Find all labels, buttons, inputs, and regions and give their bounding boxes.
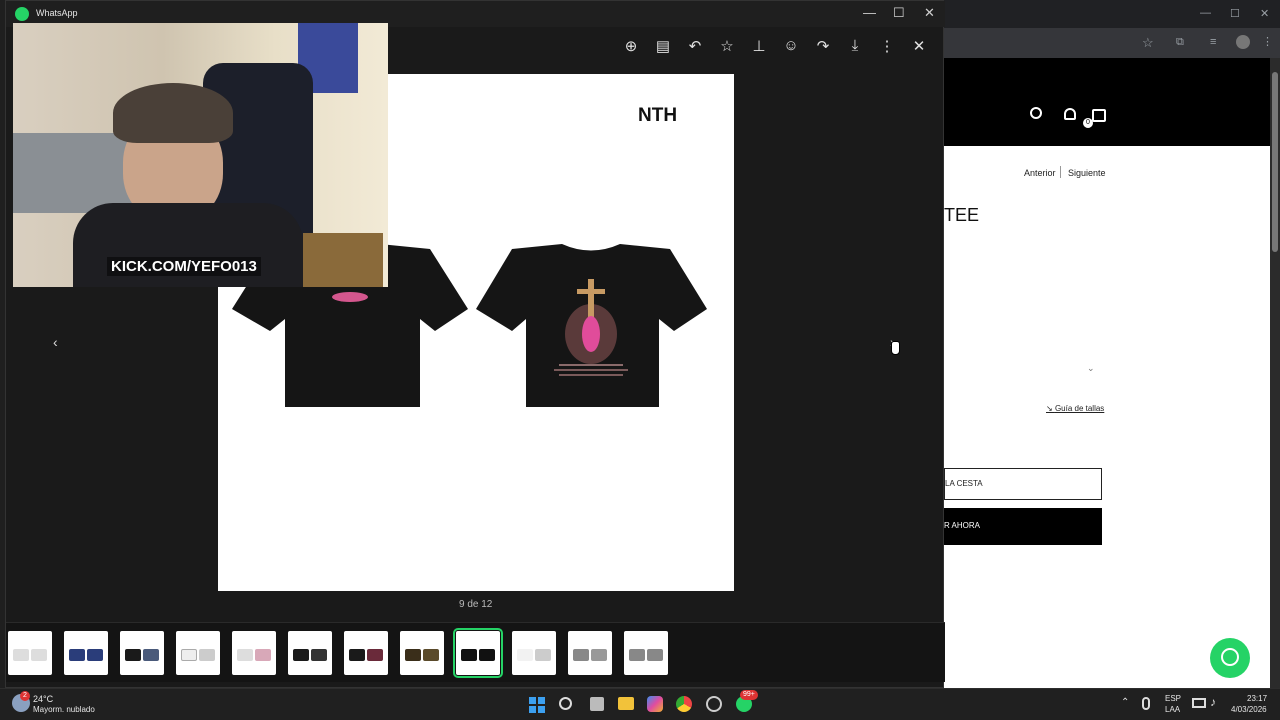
star-icon[interactable]: ☆ — [717, 37, 737, 55]
task-view-icon[interactable] — [590, 697, 604, 711]
download-icon[interactable]: ⤓ — [845, 37, 865, 54]
scrollbar[interactable] — [1270, 58, 1280, 690]
minimize-icon[interactable]: — — [1200, 7, 1211, 19]
window-title: WhatsApp — [36, 8, 78, 18]
volume-icon[interactable]: ♪ — [1210, 695, 1216, 709]
chevron-down-icon[interactable]: ⌄ — [1087, 363, 1095, 374]
chevron-up-icon[interactable]: ⌃ — [1121, 697, 1129, 708]
thumbnail-1[interactable] — [8, 631, 52, 675]
prev-image-button[interactable]: ‹ — [53, 334, 58, 350]
kick-overlay-text: KICK.COM/YEFO013 — [107, 257, 261, 276]
cart-icon[interactable] — [1092, 109, 1106, 122]
add-to-cart-label: LA CESTA — [945, 479, 983, 488]
menu-icon[interactable]: ⋮ — [1262, 35, 1273, 48]
cart-count: 0 — [1083, 118, 1093, 128]
buy-now-button[interactable]: R AHORA — [944, 508, 1102, 545]
whatsapp-icon — [1221, 648, 1239, 666]
notification-badge: 2 — [20, 691, 30, 701]
image-counter: 9 de 12 — [459, 599, 493, 610]
browser-window: — ☐ ✕ ☆ ⧉ ≡ ⋮ 0 Anterior Siguiente TEE ⌄… — [944, 0, 1280, 690]
webcam-overlay: KICK.COM/YEFO013 — [13, 23, 388, 287]
profile-avatar[interactable] — [1236, 35, 1250, 49]
whatsapp-chat-button[interactable] — [1210, 638, 1250, 678]
search-icon[interactable] — [559, 697, 572, 710]
size-guide-link[interactable]: ↘ Guía de tallas — [1046, 404, 1104, 413]
thumbnail-6[interactable] — [288, 631, 332, 675]
thumbnail-7[interactable] — [344, 631, 388, 675]
reply-icon[interactable]: ↶ — [685, 37, 705, 55]
account-icon[interactable] — [1064, 108, 1076, 120]
pin-icon[interactable]: ⊥ — [749, 37, 769, 55]
divider — [1060, 166, 1061, 178]
search-icon[interactable] — [1030, 107, 1042, 119]
maximize-icon[interactable]: ☐ — [893, 5, 905, 21]
add-to-cart-button[interactable]: LA CESTA — [944, 468, 1102, 500]
cardboard-box — [303, 233, 383, 287]
thumbnail-3[interactable] — [120, 631, 164, 675]
browser-titlebar: — ☐ ✕ — [944, 0, 1280, 28]
thumbnail-10[interactable] — [512, 631, 556, 675]
more-icon[interactable]: ⋮ — [877, 37, 897, 55]
taskbar: 2 24°C Mayorm. nublado 99+ ⌃ ESP LAA ♪ 2… — [0, 688, 1280, 720]
caption-icon[interactable]: ▤ — [653, 37, 673, 55]
thumbnail-4[interactable] — [176, 631, 220, 675]
address-bar[interactable]: ☆ ⧉ ≡ ⋮ — [944, 28, 1280, 58]
maximize-icon[interactable]: ☐ — [1230, 7, 1240, 20]
next-link[interactable]: Siguiente — [1068, 168, 1106, 178]
hand-cursor-icon — [891, 341, 900, 355]
copilot-icon[interactable] — [647, 696, 663, 712]
product-page: Anterior Siguiente TEE ⌄ ↘ Guía de talla… — [944, 146, 1270, 690]
thumbnail-list — [6, 628, 945, 680]
close-icon[interactable]: ✕ — [924, 5, 935, 21]
language-bottom[interactable]: LAA — [1165, 705, 1180, 714]
brand-logo: NTH — [638, 105, 678, 126]
file-explorer-icon[interactable] — [618, 697, 634, 710]
bookmark-star-icon[interactable]: ☆ — [1142, 35, 1154, 51]
windows-start-icon[interactable] — [529, 697, 545, 713]
emoji-icon[interactable]: ☺ — [781, 37, 801, 54]
thumbnail-2[interactable] — [64, 631, 108, 675]
buy-now-label: R AHORA — [944, 521, 981, 530]
extensions-icon[interactable]: ⧉ — [1176, 36, 1184, 49]
minimize-icon[interactable]: — — [863, 5, 876, 20]
prev-link[interactable]: Anterior — [1024, 168, 1056, 178]
size-guide-label: Guía de tallas — [1054, 404, 1105, 413]
thumbnail-11[interactable] — [568, 631, 612, 675]
language-top[interactable]: ESP — [1165, 694, 1181, 703]
whatsapp-badge: 99+ — [740, 690, 758, 700]
shirt-back-image — [476, 244, 707, 407]
site-header: 0 — [944, 58, 1270, 146]
clock-time[interactable]: 23:17 — [1247, 694, 1267, 703]
thumbnail-9-selected[interactable] — [453, 628, 503, 678]
weather-temp[interactable]: 24°C — [33, 694, 53, 704]
network-icon[interactable] — [1192, 698, 1206, 708]
forward-icon[interactable]: ↷ — [813, 37, 833, 55]
thumbnail-12[interactable] — [624, 631, 668, 675]
reading-list-icon[interactable]: ≡ — [1210, 36, 1216, 48]
close-viewer-icon[interactable]: ✕ — [909, 37, 929, 55]
scrollbar-thumb[interactable] — [1272, 72, 1278, 252]
chrome-icon[interactable] — [676, 696, 692, 712]
app-icon[interactable] — [706, 696, 722, 712]
zoom-in-icon[interactable]: ⊕ — [621, 37, 641, 55]
product-title: TEE — [944, 205, 980, 225]
streamer-hair — [113, 83, 233, 143]
close-icon[interactable]: ✕ — [1260, 7, 1269, 20]
weather-desc[interactable]: Mayorm. nublado — [33, 705, 95, 714]
whatsapp-logo-icon — [15, 7, 29, 21]
clock-date[interactable]: 4/03/2026 — [1231, 705, 1267, 714]
microphone-icon[interactable] — [1142, 697, 1150, 710]
thumbnail-5[interactable] — [232, 631, 276, 675]
thumbnail-8[interactable] — [400, 631, 444, 675]
